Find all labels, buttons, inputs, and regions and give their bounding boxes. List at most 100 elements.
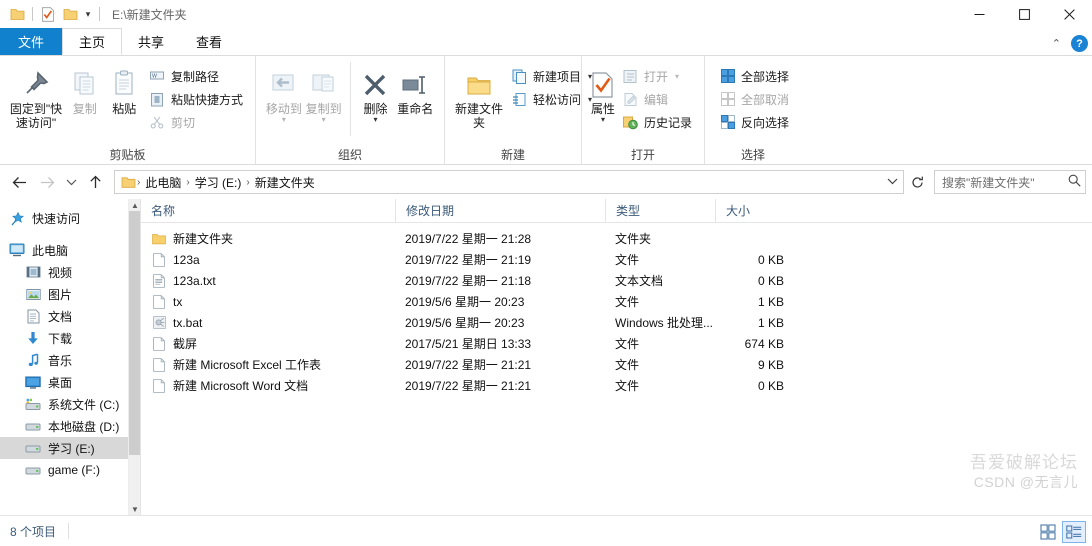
breadcrumb-item-1[interactable]: 学习 (E:) <box>190 174 247 191</box>
sidebar-item-drive-d[interactable]: 本地磁盘 (D:) <box>0 415 140 437</box>
table-row[interactable]: tx.bat 2019/5/6 星期一 20:23 Windows 批处理...… <box>141 312 1092 333</box>
large-icons-view-button[interactable] <box>1036 521 1060 543</box>
breadcrumb-item-2[interactable]: 新建文件夹 <box>250 174 320 191</box>
sidebar-item-quick-access[interactable]: 快速访问 <box>0 207 140 229</box>
new-folder-button[interactable]: 新建文件夹 <box>453 62 505 130</box>
sidebar-item-videos[interactable]: 视频 <box>0 261 140 283</box>
file-name-cell[interactable]: tx <box>141 294 395 310</box>
properties-button[interactable]: 属性 ▾ <box>590 62 616 124</box>
sidebar-item-pictures[interactable]: 图片 <box>0 283 140 305</box>
search-input[interactable]: 搜索"新建文件夹" <box>934 170 1086 194</box>
copy-path-button[interactable]: W 复制路径 <box>145 66 247 86</box>
paste-button[interactable]: 粘贴 <box>105 62 142 116</box>
sidebar-item-documents[interactable]: 文档 <box>0 305 140 327</box>
pin-to-quick-access-button[interactable]: 固定到"快速访问" <box>8 62 64 130</box>
breadcrumb-item-0[interactable]: 此电脑 <box>140 174 186 191</box>
drive-icon <box>24 439 42 457</box>
tab-file[interactable]: 文件 <box>0 28 63 55</box>
column-header-name[interactable]: 名称 <box>141 199 395 223</box>
scrollbar-thumb[interactable] <box>129 211 140 455</box>
scroll-down-arrow-icon[interactable]: ▼ <box>129 503 140 515</box>
sidebar-item-this-pc[interactable]: 此电脑 <box>0 239 140 261</box>
delete-button[interactable]: 删除 ▾ <box>356 62 394 124</box>
ribbon-group-clipboard-label: 剪贴板 <box>109 148 146 162</box>
column-header-date-modified[interactable]: 修改日期 <box>395 199 605 223</box>
file-type-cell: 文件 <box>615 253 640 267</box>
table-row[interactable]: 123a.txt 2019/7/22 星期一 21:18 文本文档 0 KB <box>141 270 1092 291</box>
properties-check-icon[interactable] <box>37 3 59 25</box>
sidebar-item-label: 下载 <box>48 331 73 346</box>
forward-button[interactable] <box>34 169 60 195</box>
file-name-cell[interactable]: 新建 Microsoft Excel 工作表 <box>141 356 395 373</box>
status-divider <box>68 523 70 539</box>
sidebar-item-music[interactable]: 音乐 <box>0 349 140 371</box>
table-row[interactable]: 新建文件夹 2019/7/22 星期一 21:28 文件夹 <box>141 228 1092 249</box>
file-size-cell: 9 KB <box>757 357 784 372</box>
table-row[interactable]: tx 2019/5/6 星期一 20:23 文件 1 KB <box>141 291 1092 312</box>
sidebar-item-drive-e[interactable]: 学习 (E:) <box>0 437 140 459</box>
minimize-button[interactable] <box>957 0 1002 28</box>
rename-button[interactable]: 重命名 <box>394 62 436 116</box>
star-pin-icon <box>8 209 26 227</box>
recent-locations-chevron-down-icon[interactable] <box>62 169 80 195</box>
paste-shortcut-button[interactable]: 粘贴快捷方式 <box>145 89 247 109</box>
details-view-button[interactable] <box>1062 520 1086 543</box>
search-icon[interactable] <box>1068 174 1081 190</box>
tab-home[interactable]: 主页 <box>62 28 123 55</box>
history-button[interactable]: 历史记录 <box>618 112 696 132</box>
file-name-cell[interactable]: 123a <box>141 252 395 268</box>
copy-to-chevron-down-icon[interactable]: ▾ <box>322 116 326 124</box>
copy-label: 复制 <box>72 102 97 116</box>
refresh-button[interactable] <box>906 170 928 194</box>
invert-selection-button[interactable]: 反向选择 <box>715 112 793 132</box>
copy-path-icon: W <box>149 68 166 85</box>
table-row[interactable]: 新建 Microsoft Excel 工作表 2019/7/22 星期一 21:… <box>141 354 1092 375</box>
open-chevron-down-icon[interactable]: ▾ <box>675 72 679 81</box>
qat-customize-chevron-down-icon[interactable]: ▾ <box>81 3 95 25</box>
invert-selection-label: 反向选择 <box>741 115 790 130</box>
copy-to-button[interactable]: 复制到 ▾ <box>304 62 344 124</box>
paste-shortcut-label: 粘贴快捷方式 <box>170 92 243 107</box>
select-all-button[interactable]: 全部选择 <box>715 66 793 86</box>
file-name-cell[interactable]: tx.bat <box>141 315 395 331</box>
file-name-cell[interactable]: 截屏 <box>141 335 395 352</box>
move-to-chevron-down-icon[interactable]: ▾ <box>282 116 286 124</box>
breadcrumb[interactable]: › 此电脑 › 学习 (E:) › 新建文件夹 <box>114 170 904 194</box>
column-header-size[interactable]: 大小 <box>715 199 800 223</box>
file-name-cell[interactable]: 123a.txt <box>141 273 395 289</box>
table-row[interactable]: 新建 Microsoft Word 文档 2019/7/22 星期一 21:21… <box>141 375 1092 396</box>
navigation-pane-scrollbar[interactable]: ▲ ▼ <box>128 199 140 515</box>
column-header-type[interactable]: 类型 <box>605 199 715 223</box>
table-row[interactable]: 123a 2019/7/22 星期一 21:19 文件 0 KB <box>141 249 1092 270</box>
properties-chevron-down-icon[interactable]: ▾ <box>601 116 605 124</box>
move-to-button[interactable]: 移动到 ▾ <box>264 62 304 124</box>
file-name-cell[interactable]: 新建文件夹 <box>141 230 395 247</box>
select-none-button[interactable]: 全部取消 <box>715 89 793 109</box>
file-name-cell[interactable]: 新建 Microsoft Word 文档 <box>141 377 395 394</box>
tab-view[interactable]: 查看 <box>180 28 238 55</box>
sidebar-item-desktop[interactable]: 桌面 <box>0 371 140 393</box>
cut-button[interactable]: 剪切 <box>145 112 247 132</box>
sidebar-item-downloads[interactable]: 下载 <box>0 327 140 349</box>
open-button[interactable]: 打开 ▾ <box>618 66 696 86</box>
file-name-label: tx <box>173 294 183 309</box>
address-dropdown-chevron-down-icon[interactable] <box>883 177 901 187</box>
maximize-button[interactable] <box>1002 0 1047 28</box>
copy-button[interactable]: 复制 <box>66 62 103 116</box>
blank-file-icon <box>151 252 167 268</box>
delete-chevron-down-icon[interactable]: ▾ <box>373 116 377 124</box>
sidebar-item-drive-f[interactable]: game (F:) <box>0 459 140 481</box>
ribbon: 固定到"快速访问" 复制 粘贴 W 复制路径 粘贴快捷方式 剪切 剪贴板 移动到… <box>0 55 1092 165</box>
tab-share[interactable]: 共享 <box>122 28 180 55</box>
scroll-up-arrow-icon[interactable]: ▲ <box>129 199 140 211</box>
table-row[interactable]: 截屏 2017/5/21 星期日 13:33 文件 674 KB <box>141 333 1092 354</box>
close-button[interactable] <box>1047 0 1092 28</box>
help-button[interactable]: ? <box>1071 35 1088 52</box>
collapse-ribbon-chevron-up-icon[interactable]: ⌃ <box>1052 37 1061 50</box>
sidebar-item-system-drive-c[interactable]: 系统文件 (C:) <box>0 393 140 415</box>
up-button[interactable] <box>82 169 108 195</box>
new-folder-icon[interactable] <box>59 3 81 25</box>
file-rows: 新建文件夹 2019/7/22 星期一 21:28 文件夹 123a 2019/… <box>141 223 1092 396</box>
back-button[interactable] <box>6 169 32 195</box>
edit-button[interactable]: 编辑 <box>618 89 696 109</box>
